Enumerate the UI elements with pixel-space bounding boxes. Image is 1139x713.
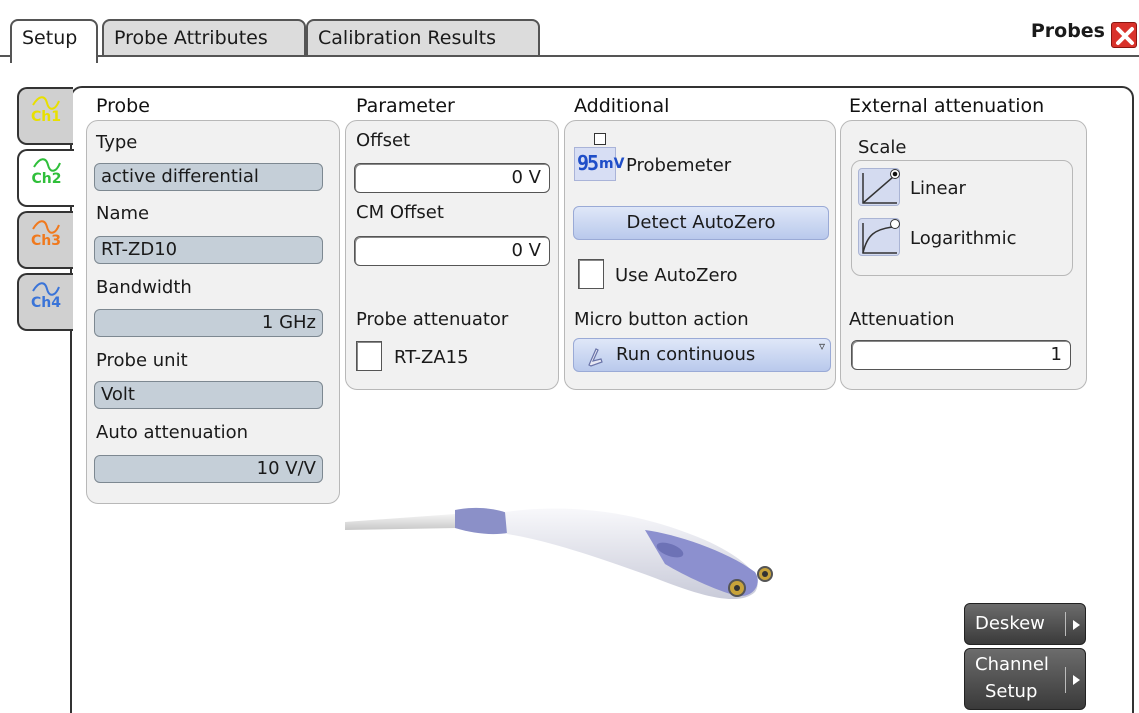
probemeter-checkbox-icon[interactable]: 95 mV xyxy=(574,133,624,185)
probe-image xyxy=(345,480,825,620)
logarithmic-label: Logarithmic xyxy=(910,228,1017,249)
channel-tab-ch1-label: Ch1 xyxy=(31,109,61,125)
channel-tab-ch2[interactable]: Ch2 xyxy=(17,149,74,207)
detect-autozero-button[interactable]: Detect AutoZero xyxy=(573,206,829,240)
tab-underline xyxy=(0,55,1139,57)
dropdown-arrow-icon: ▿ xyxy=(818,339,825,353)
use-autozero-checkbox[interactable] xyxy=(578,259,604,289)
micro-button-action-label: Micro button action xyxy=(574,309,749,330)
deskew-button[interactable]: Deskew xyxy=(964,603,1086,645)
probe-bandwidth-field: 1 GHz xyxy=(94,309,323,337)
logarithmic-scale-icon xyxy=(862,219,900,254)
parameter-section-title: Parameter xyxy=(356,95,455,117)
probe-unit-label: Probe unit xyxy=(96,350,188,371)
channel-tab-ch3[interactable]: Ch3 xyxy=(17,211,73,269)
probe-bandwidth-label: Bandwidth xyxy=(96,277,192,298)
tab-probe-attributes-label: Probe Attributes xyxy=(114,27,268,49)
probe-type-field: active differential xyxy=(94,163,323,191)
channel-tab-ch3-label: Ch3 xyxy=(31,233,61,249)
tab-probe-attributes[interactable]: Probe Attributes xyxy=(102,19,306,57)
submenu-arrow-icon xyxy=(1073,675,1080,685)
tab-setup-label: Setup xyxy=(22,27,78,49)
attenuation-input[interactable]: 1 xyxy=(851,340,1071,370)
deskew-separator xyxy=(1065,612,1066,636)
logarithmic-radio[interactable] xyxy=(858,218,900,256)
probe-name-label: Name xyxy=(96,203,150,224)
micro-button-action-select[interactable]: Run continuous ▿ xyxy=(573,338,831,372)
linear-scale-icon xyxy=(862,169,900,204)
use-autozero-label: Use AutoZero xyxy=(615,265,738,286)
probe-attenuator-checkbox[interactable] xyxy=(356,341,382,371)
tab-calibration-results[interactable]: Calibration Results xyxy=(306,19,540,57)
channel-setup-button[interactable]: Channel Setup xyxy=(964,648,1086,710)
auto-attenuation-field: 10 V/V xyxy=(94,455,323,483)
micro-button-action-value: Run continuous xyxy=(616,344,756,365)
probemeter-icon-digits: 95 xyxy=(577,151,599,175)
auto-attenuation-label: Auto attenuation xyxy=(96,422,249,443)
additional-section-title: Additional xyxy=(574,95,670,117)
external-attenuation-title: External attenuation xyxy=(849,95,1045,117)
channel-setup-label-line1: Channel xyxy=(975,654,1049,675)
probe-attenuator-label: Probe attenuator xyxy=(356,309,509,330)
probe-type-label: Type xyxy=(96,132,138,153)
close-icon xyxy=(1116,27,1134,45)
channel-setup-label-line2: Setup xyxy=(985,681,1038,702)
probe-name-field: RT-ZD10 xyxy=(94,236,323,264)
window-title: Probes xyxy=(1030,20,1105,42)
submenu-arrow-icon xyxy=(1073,620,1080,630)
channel-tab-ch4[interactable]: Ch4 xyxy=(17,273,73,331)
probe-unit-field: Volt xyxy=(94,381,323,409)
probemeter-checkbox[interactable] xyxy=(594,133,606,145)
close-button[interactable] xyxy=(1111,22,1137,48)
linear-radio[interactable] xyxy=(858,168,900,206)
channel-tab-ch2-label: Ch2 xyxy=(31,171,62,187)
probemeter-label: Probemeter xyxy=(626,155,732,176)
offset-input[interactable]: 0 V xyxy=(354,163,550,193)
tab-calibration-results-label: Calibration Results xyxy=(318,27,497,49)
cm-offset-label: CM Offset xyxy=(356,202,444,223)
probe-attenuator-value: RT-ZA15 xyxy=(394,347,469,368)
channel-setup-separator xyxy=(1065,667,1066,693)
deskew-label: Deskew xyxy=(975,613,1045,634)
probe-illustration-icon xyxy=(345,507,773,600)
probemeter-icon-unit: mV xyxy=(599,156,625,172)
linear-label: Linear xyxy=(910,178,966,199)
cm-offset-input[interactable]: 0 V xyxy=(354,236,550,266)
probe-section-title: Probe xyxy=(96,95,150,117)
channel-tab-ch4-label: Ch4 xyxy=(31,295,61,311)
probemeter-display-icon: 95 mV xyxy=(574,147,624,181)
attenuation-label: Attenuation xyxy=(849,309,955,330)
channel-tab-ch1[interactable]: Ch1 xyxy=(17,87,73,145)
offset-label: Offset xyxy=(356,130,411,151)
hand-icon xyxy=(588,348,603,367)
scale-label: Scale xyxy=(858,137,907,158)
